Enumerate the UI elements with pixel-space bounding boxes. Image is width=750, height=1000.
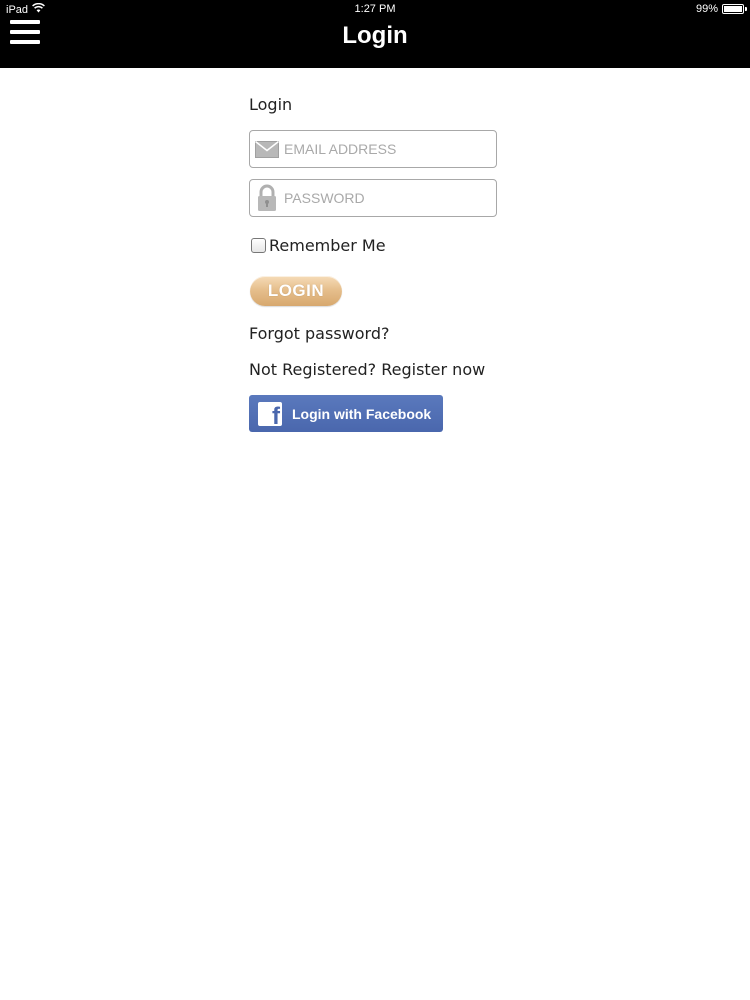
battery-icon — [722, 4, 747, 14]
facebook-login-label: Login with Facebook — [292, 405, 432, 422]
email-field[interactable] — [249, 130, 497, 168]
password-field[interactable] — [249, 179, 497, 217]
battery-fill — [724, 6, 742, 12]
password-input[interactable] — [284, 190, 484, 206]
login-form: Login Remember — [249, 95, 509, 432]
lock-icon — [250, 180, 284, 216]
login-screen: iPad 1:27 PM 99% Login Login EMAIL ADDRE… — [0, 0, 750, 1000]
login-button[interactable]: LOGIN — [250, 276, 342, 306]
form-heading: Login — [249, 95, 293, 114]
register-link[interactable]: Not Registered? Register now — [249, 360, 509, 380]
remember-me-label[interactable]: Remember Me — [269, 236, 386, 255]
status-right: 99% — [695, 3, 747, 15]
page-title: Login — [342, 22, 408, 49]
forgot-password-link[interactable]: Forgot password? — [249, 324, 509, 344]
status-time: 1:27 PM — [354, 3, 396, 15]
envelope-icon — [250, 131, 284, 167]
battery-percent: 99% — [695, 3, 718, 15]
remember-me-row: Remember Me — [249, 235, 509, 255]
top-bar: iPad 1:27 PM 99% Login — [0, 0, 750, 68]
remember-me-checkbox[interactable] — [251, 237, 266, 253]
email-input[interactable] — [284, 141, 484, 157]
facebook-login-button[interactable]: f Login with Facebook — [249, 395, 443, 432]
facebook-icon: f — [258, 401, 282, 426]
